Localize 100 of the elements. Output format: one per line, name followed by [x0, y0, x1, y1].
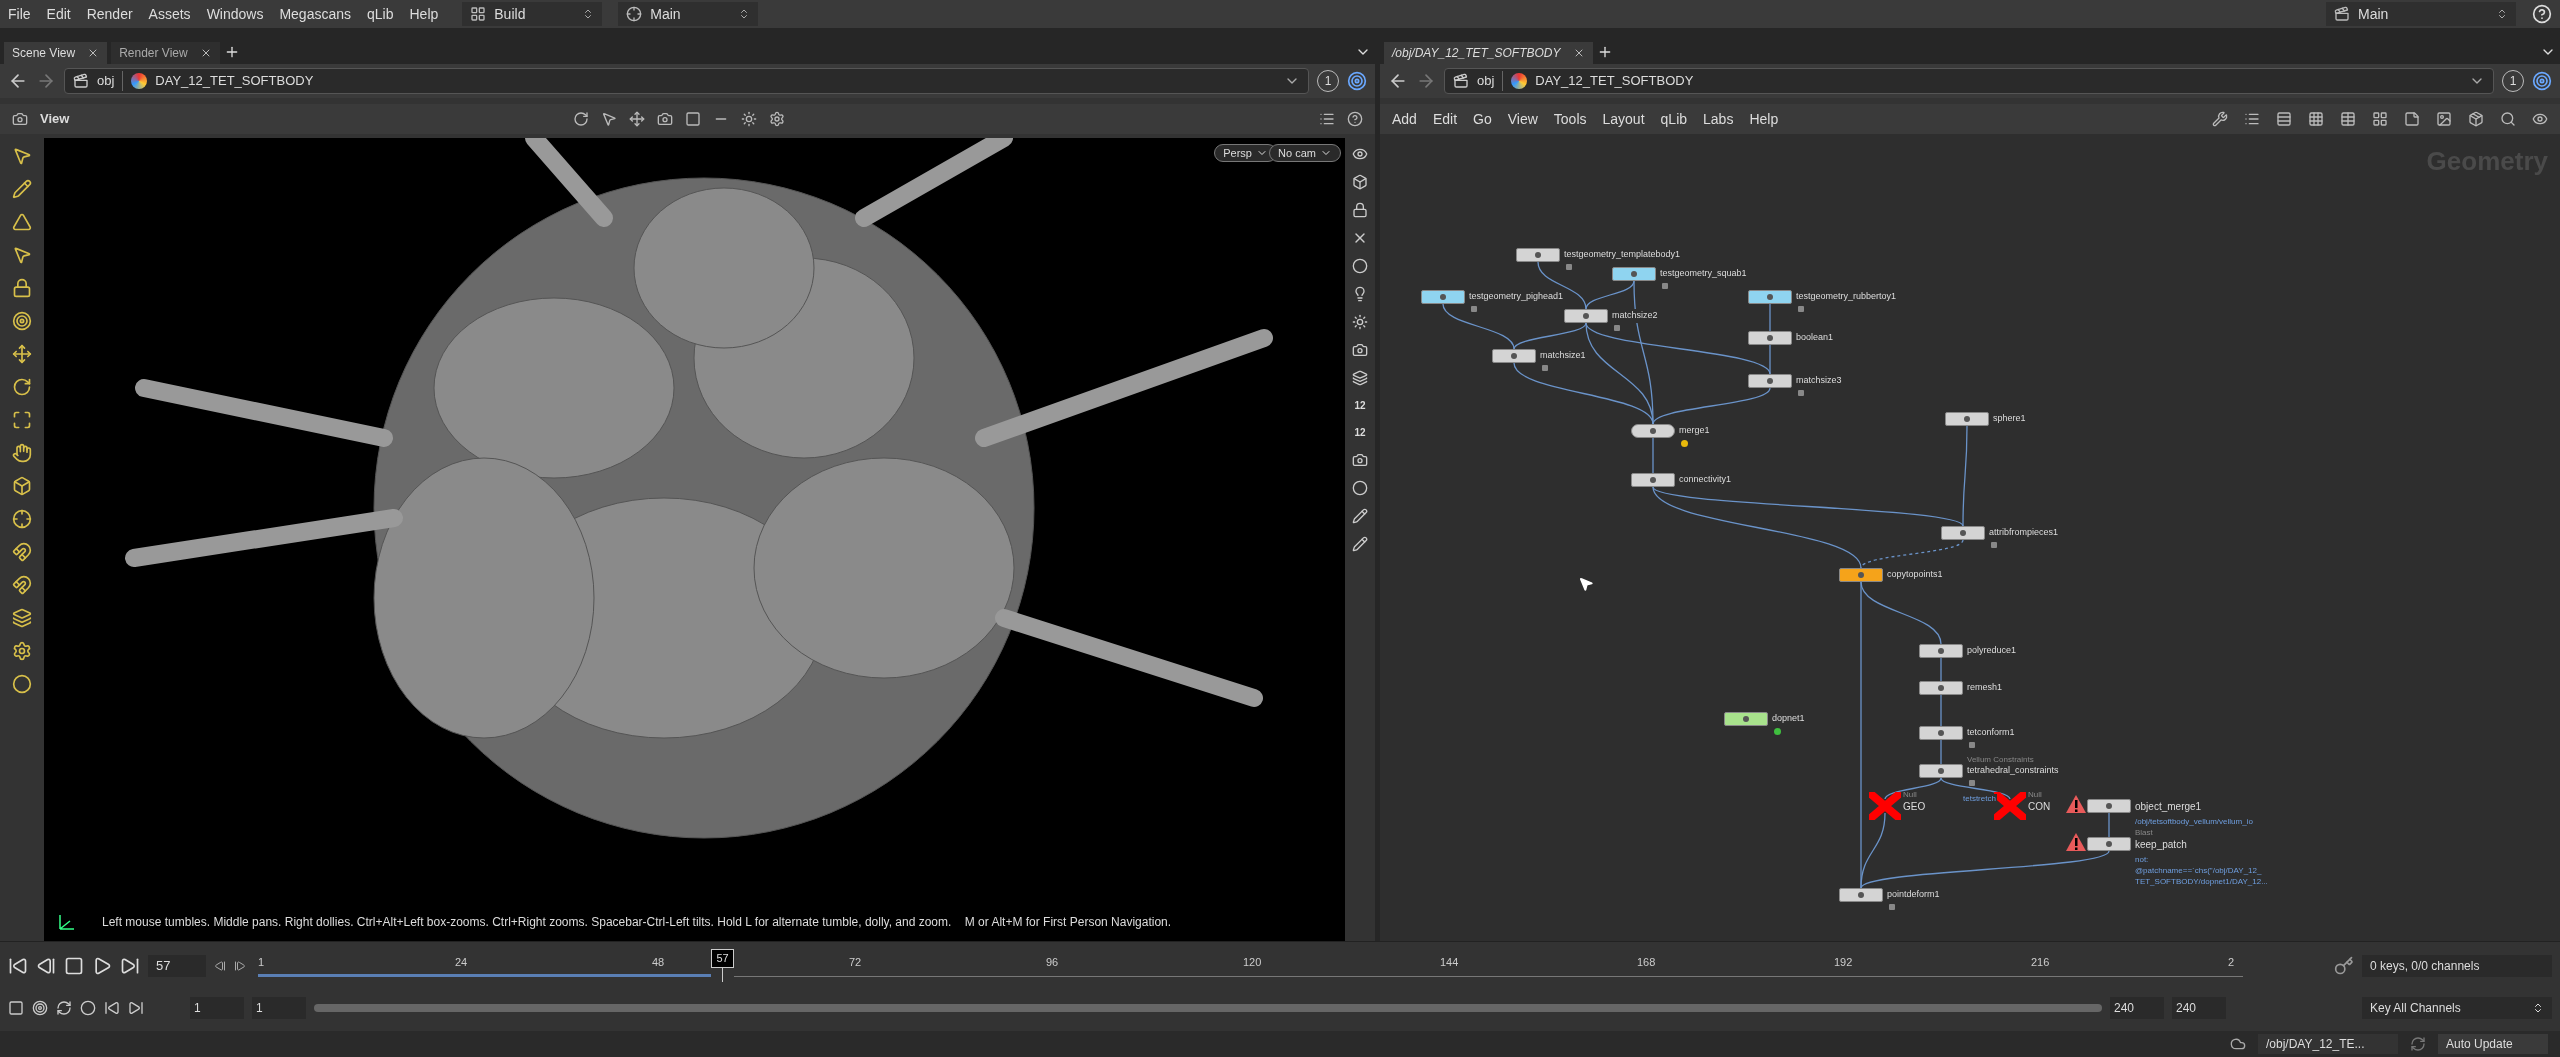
step-icon[interactable] — [214, 960, 226, 972]
node-label[interactable]: object_merge1 — [2135, 799, 2202, 814]
display-tool-icon[interactable] — [1352, 452, 1368, 468]
network-node[interactable] — [1631, 473, 1675, 487]
timeline-option-icon[interactable] — [80, 1000, 96, 1016]
node-label[interactable]: copytopoints1 — [1887, 568, 1943, 582]
help-icon[interactable] — [2532, 4, 2552, 24]
tool-icon[interactable] — [12, 344, 32, 364]
display-tool-icon[interactable] — [1352, 508, 1368, 524]
node-label[interactable]: polyreduce1 — [1967, 644, 2017, 658]
display-tool-icon[interactable] — [1352, 286, 1368, 302]
node-label[interactable]: testgeometry_squab1 — [1660, 267, 1747, 281]
menu-item[interactable]: File — [8, 3, 31, 25]
node-label[interactable]: dopnet1 — [1772, 712, 1805, 726]
key-channels-dropdown[interactable]: Key All Channels — [2362, 997, 2552, 1019]
pane-tab[interactable]: /obj/DAY_12_TET_SOFTBODY — [1384, 42, 1593, 64]
layout-icon[interactable] — [470, 6, 487, 22]
playback-button-icon[interactable] — [36, 956, 56, 976]
network-node[interactable] — [1941, 526, 1985, 540]
tool-icon[interactable] — [12, 245, 32, 265]
viewer-tool-icon[interactable] — [629, 111, 646, 127]
tool-icon[interactable] — [12, 476, 32, 496]
node-label[interactable]: matchsize2 — [1612, 309, 1658, 323]
network-tool-icon[interactable] — [2372, 111, 2388, 127]
tool-icon[interactable] — [12, 641, 32, 661]
range-start-field[interactable]: 1 — [252, 997, 306, 1019]
tool-icon[interactable] — [12, 311, 32, 331]
network-tool-icon[interactable] — [2532, 111, 2548, 127]
node-label[interactable]: testgeometry_pighead1 — [1469, 290, 1564, 304]
network-tool-icon[interactable] — [2500, 111, 2516, 127]
network-node[interactable] — [1748, 331, 1792, 345]
clapperboard-icon[interactable] — [73, 73, 89, 89]
network-node[interactable] — [1421, 290, 1465, 304]
display-tool-icon[interactable] — [1352, 258, 1368, 274]
menu-item[interactable]: Help — [1749, 108, 1779, 130]
path-field[interactable]: obj DAY_12_TET_SOFTBODY — [1444, 68, 2494, 94]
range-start-field[interactable]: 1 — [190, 997, 244, 1019]
menu-item[interactable]: Edit — [46, 3, 71, 25]
network-node[interactable] — [1839, 568, 1883, 582]
path-field[interactable]: obj DAY_12_TET_SOFTBODY — [64, 68, 1309, 94]
crosshair-icon[interactable] — [626, 6, 643, 22]
node-label[interactable]: merge1 — [1679, 424, 1710, 438]
target-icon[interactable] — [2532, 71, 2552, 91]
playback-button-icon[interactable] — [120, 956, 140, 976]
node-label[interactable]: testgeometry_rubbertoy1 — [1796, 290, 1897, 304]
timeline-option-icon[interactable] — [104, 1000, 120, 1016]
network-node[interactable] — [1748, 374, 1792, 388]
desktop-dropdown[interactable]: Build — [462, 2, 603, 26]
tool-number-label[interactable]: 12 — [1354, 425, 1366, 440]
node-label[interactable]: pointdeform1 — [1887, 888, 1940, 902]
node-label[interactable]: connectivity1 — [1679, 473, 1732, 487]
tool-icon[interactable] — [12, 179, 32, 199]
network-tool-icon[interactable] — [2436, 111, 2452, 127]
display-tool-icon[interactable] — [1352, 536, 1368, 552]
viewer-tool-icon[interactable] — [685, 111, 702, 127]
tool-icon[interactable] — [12, 212, 32, 232]
network-tool-icon[interactable] — [2212, 111, 2228, 127]
timeline-option-icon[interactable] — [8, 1000, 24, 1016]
key-icon[interactable] — [2334, 956, 2354, 976]
network-tool-icon[interactable] — [2276, 111, 2292, 127]
context-dropdown[interactable]: Main — [618, 2, 759, 26]
menu-item[interactable]: Go — [1473, 108, 1492, 130]
display-tool-icon[interactable] — [1352, 314, 1368, 330]
frame-field[interactable]: 57 — [148, 955, 206, 977]
menu-item[interactable]: qLib — [367, 3, 394, 25]
network-node[interactable] — [1612, 267, 1656, 281]
network-node[interactable] — [1919, 764, 1963, 778]
tool-icon[interactable] — [12, 608, 32, 628]
menu-item[interactable]: View — [1507, 108, 1538, 130]
camera-icon[interactable] — [12, 111, 28, 127]
tool-icon[interactable] — [12, 443, 32, 463]
network-tool-icon[interactable] — [2244, 111, 2260, 127]
menu-item[interactable]: Windows — [206, 3, 264, 25]
network-node[interactable] — [1945, 412, 1989, 426]
refresh-icon[interactable] — [2410, 1036, 2426, 1052]
display-tool-icon[interactable] — [1352, 174, 1368, 190]
tool-number-label[interactable]: 12 — [1354, 398, 1366, 413]
menu-item[interactable]: Megascans — [279, 3, 351, 25]
network-node[interactable] — [1748, 290, 1792, 304]
scene-path-segment[interactable]: DAY_12_TET_SOFTBODY — [155, 71, 314, 91]
clapperboard-icon[interactable] — [1453, 73, 1469, 89]
cloud-icon[interactable] — [2230, 1036, 2246, 1052]
path-status-field[interactable]: /obj/DAY_12_TE... — [2258, 1034, 2398, 1054]
network-node[interactable] — [1919, 644, 1963, 658]
null-node-icon[interactable] — [1994, 792, 2026, 820]
network-node[interactable] — [1919, 726, 1963, 740]
network-tool-icon[interactable] — [2468, 111, 2484, 127]
display-tool-icon[interactable] — [1352, 202, 1368, 218]
timeline-option-icon[interactable] — [32, 1000, 48, 1016]
tool-icon[interactable] — [12, 278, 32, 298]
pane-tab[interactable]: Render View — [111, 42, 220, 64]
display-tool-icon[interactable] — [1352, 146, 1368, 162]
network-node[interactable] — [1724, 712, 1768, 726]
network-node[interactable] — [1631, 424, 1675, 438]
menu-item[interactable]: Layout — [1602, 108, 1645, 130]
display-options-icon[interactable] — [1319, 111, 1335, 127]
scene-path-segment[interactable]: obj — [97, 71, 124, 91]
menu-item[interactable]: Help — [409, 3, 439, 25]
playback-button-icon[interactable] — [92, 956, 112, 976]
tool-icon[interactable] — [12, 674, 32, 694]
